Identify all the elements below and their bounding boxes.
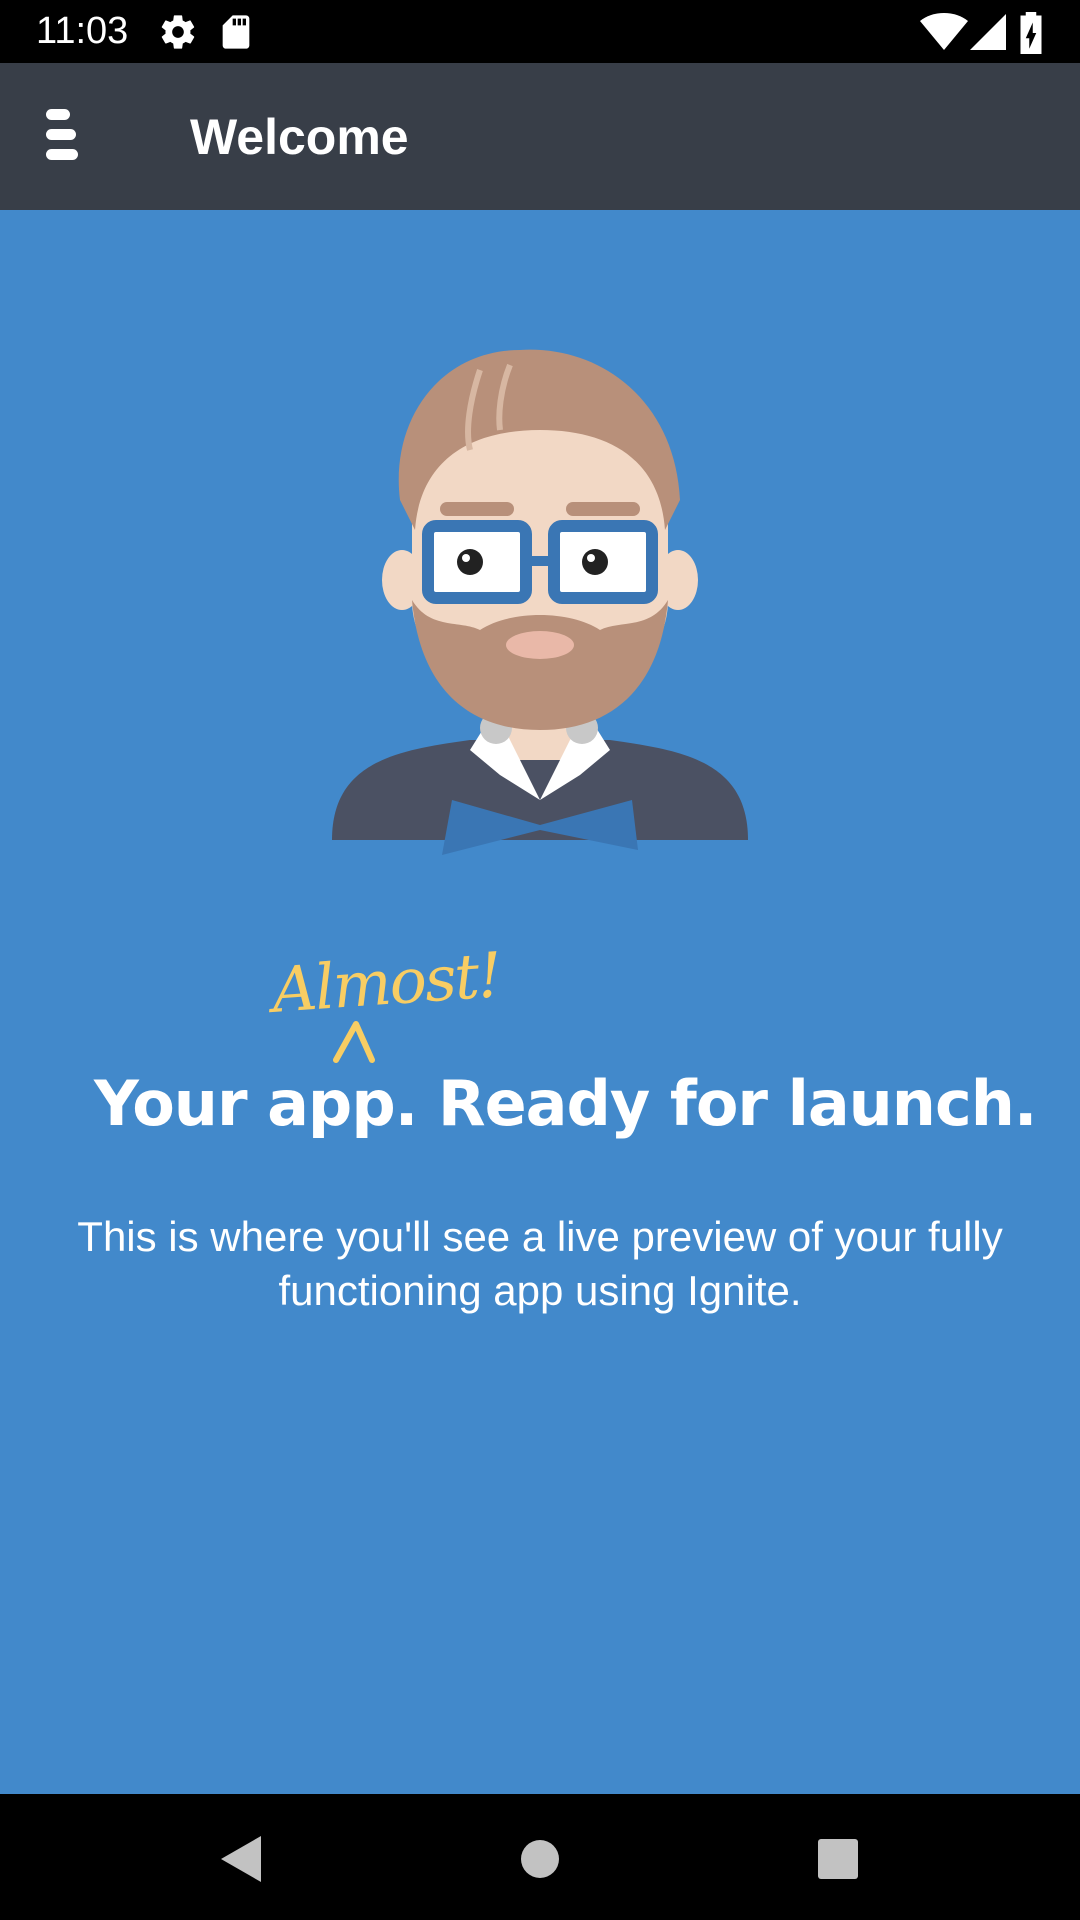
sd-card-icon [216, 12, 256, 52]
back-icon[interactable] [205, 1824, 275, 1894]
app-bar: Welcome [0, 63, 1080, 210]
almost-annotation: Almost! [269, 938, 503, 1027]
page-title: Welcome [190, 109, 409, 165]
wifi-icon [920, 12, 968, 52]
caret-insert-icon [330, 1018, 390, 1064]
status-time: 11:03 [36, 10, 129, 52]
menu-button[interactable] [30, 103, 90, 169]
preview-description: This is where you'll see a live preview … [77, 1213, 1003, 1314]
ignite-avatar-illustration [320, 330, 760, 870]
screen: 11:03 Welcome Almost! Your app. Ready fo… [0, 0, 1080, 1920]
signal-icon [970, 12, 1006, 52]
main-content: Almost! Your app. Ready for launch. This… [0, 210, 1080, 1794]
home-icon[interactable] [505, 1824, 575, 1894]
battery-charging-icon [1018, 12, 1044, 54]
launch-headline: Your app. Ready for launch. [94, 1067, 1037, 1140]
recents-icon[interactable] [803, 1824, 873, 1894]
status-bar: 11:03 [0, 0, 1080, 63]
gear-icon [158, 12, 198, 52]
hamburger-menu-icon [30, 109, 90, 173]
system-nav-bar [0, 1794, 1080, 1920]
